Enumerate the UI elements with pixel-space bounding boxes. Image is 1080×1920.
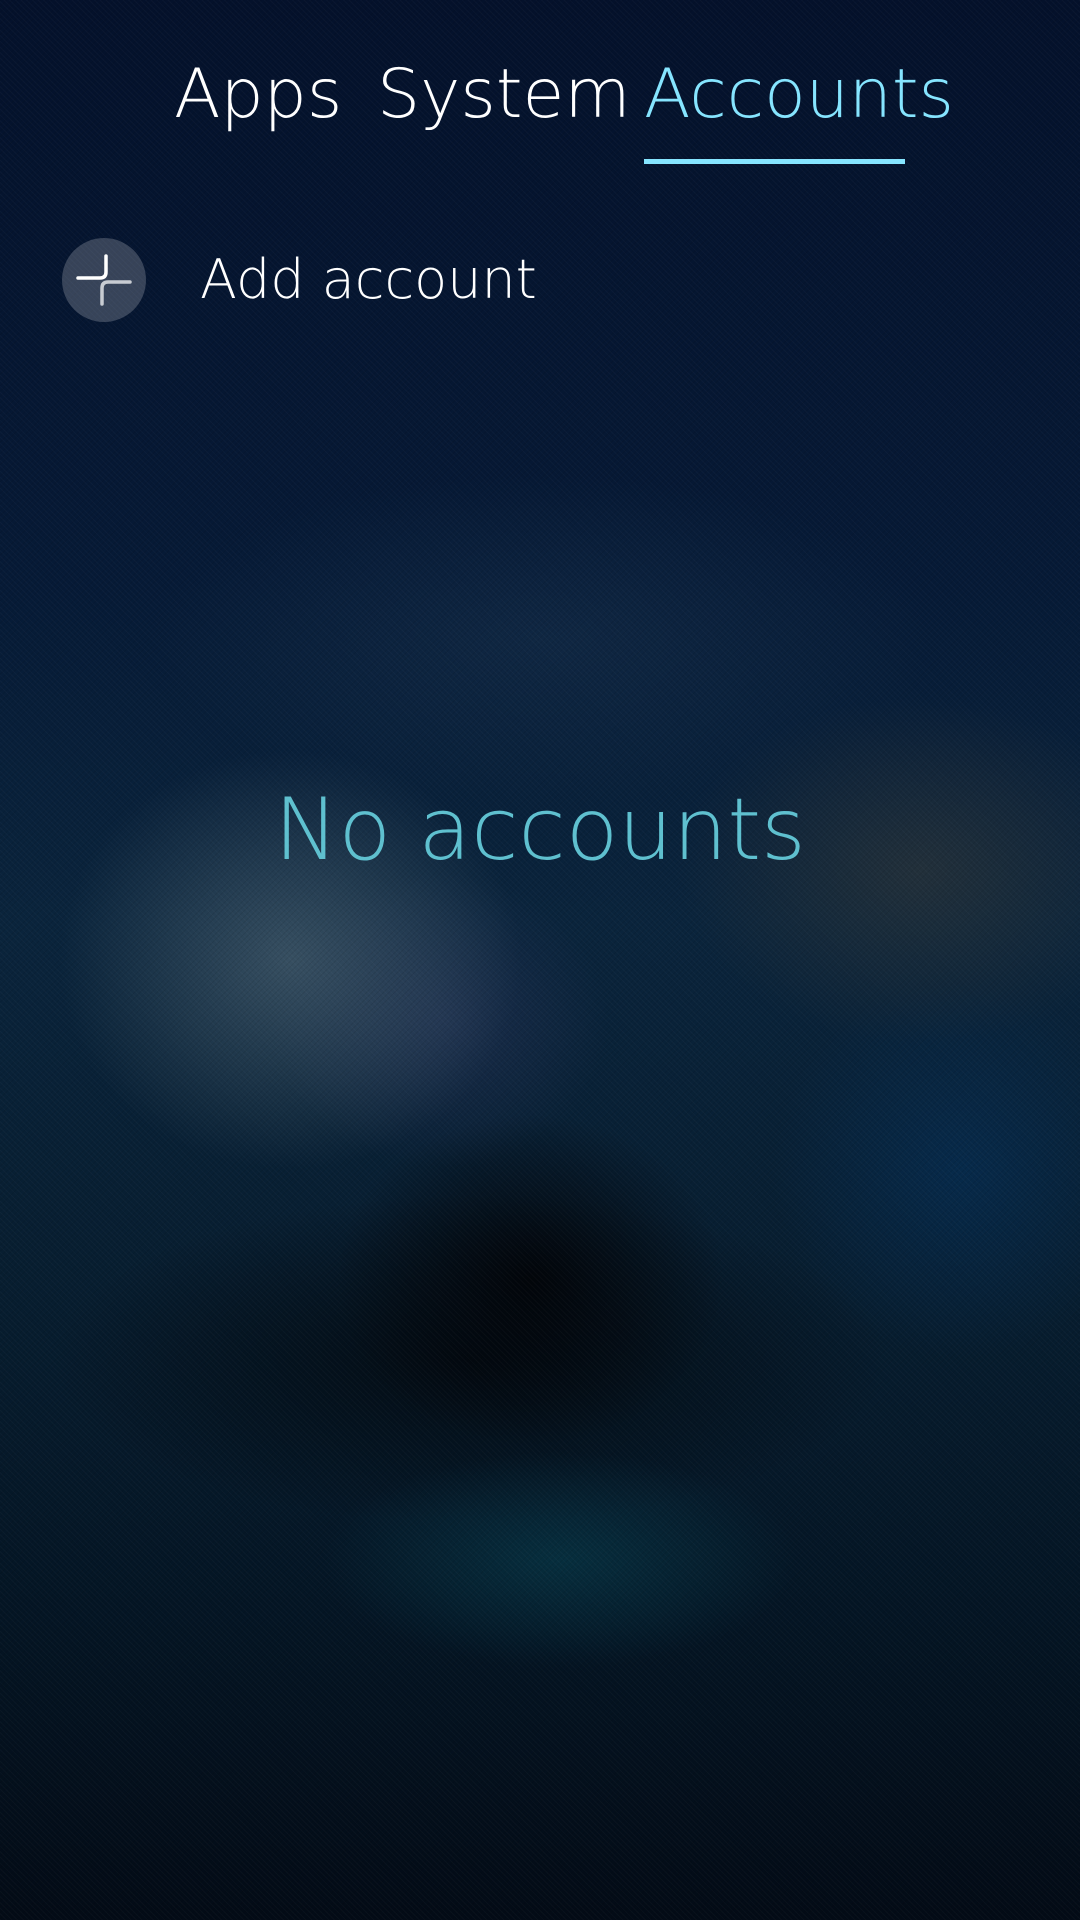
tab-system[interactable]: System bbox=[377, 50, 631, 140]
empty-state-text: No accounts bbox=[274, 780, 806, 880]
plus-icon bbox=[76, 254, 132, 306]
tab-apps[interactable]: Apps bbox=[174, 50, 342, 140]
add-account-button[interactable]: Add account bbox=[0, 226, 1080, 336]
tab-accounts[interactable]: Accounts bbox=[644, 50, 954, 140]
add-account-label: Add account bbox=[200, 248, 537, 311]
tab-bar: Apps System Accounts bbox=[0, 50, 1080, 170]
active-tab-indicator bbox=[644, 159, 905, 164]
add-icon bbox=[62, 238, 146, 322]
